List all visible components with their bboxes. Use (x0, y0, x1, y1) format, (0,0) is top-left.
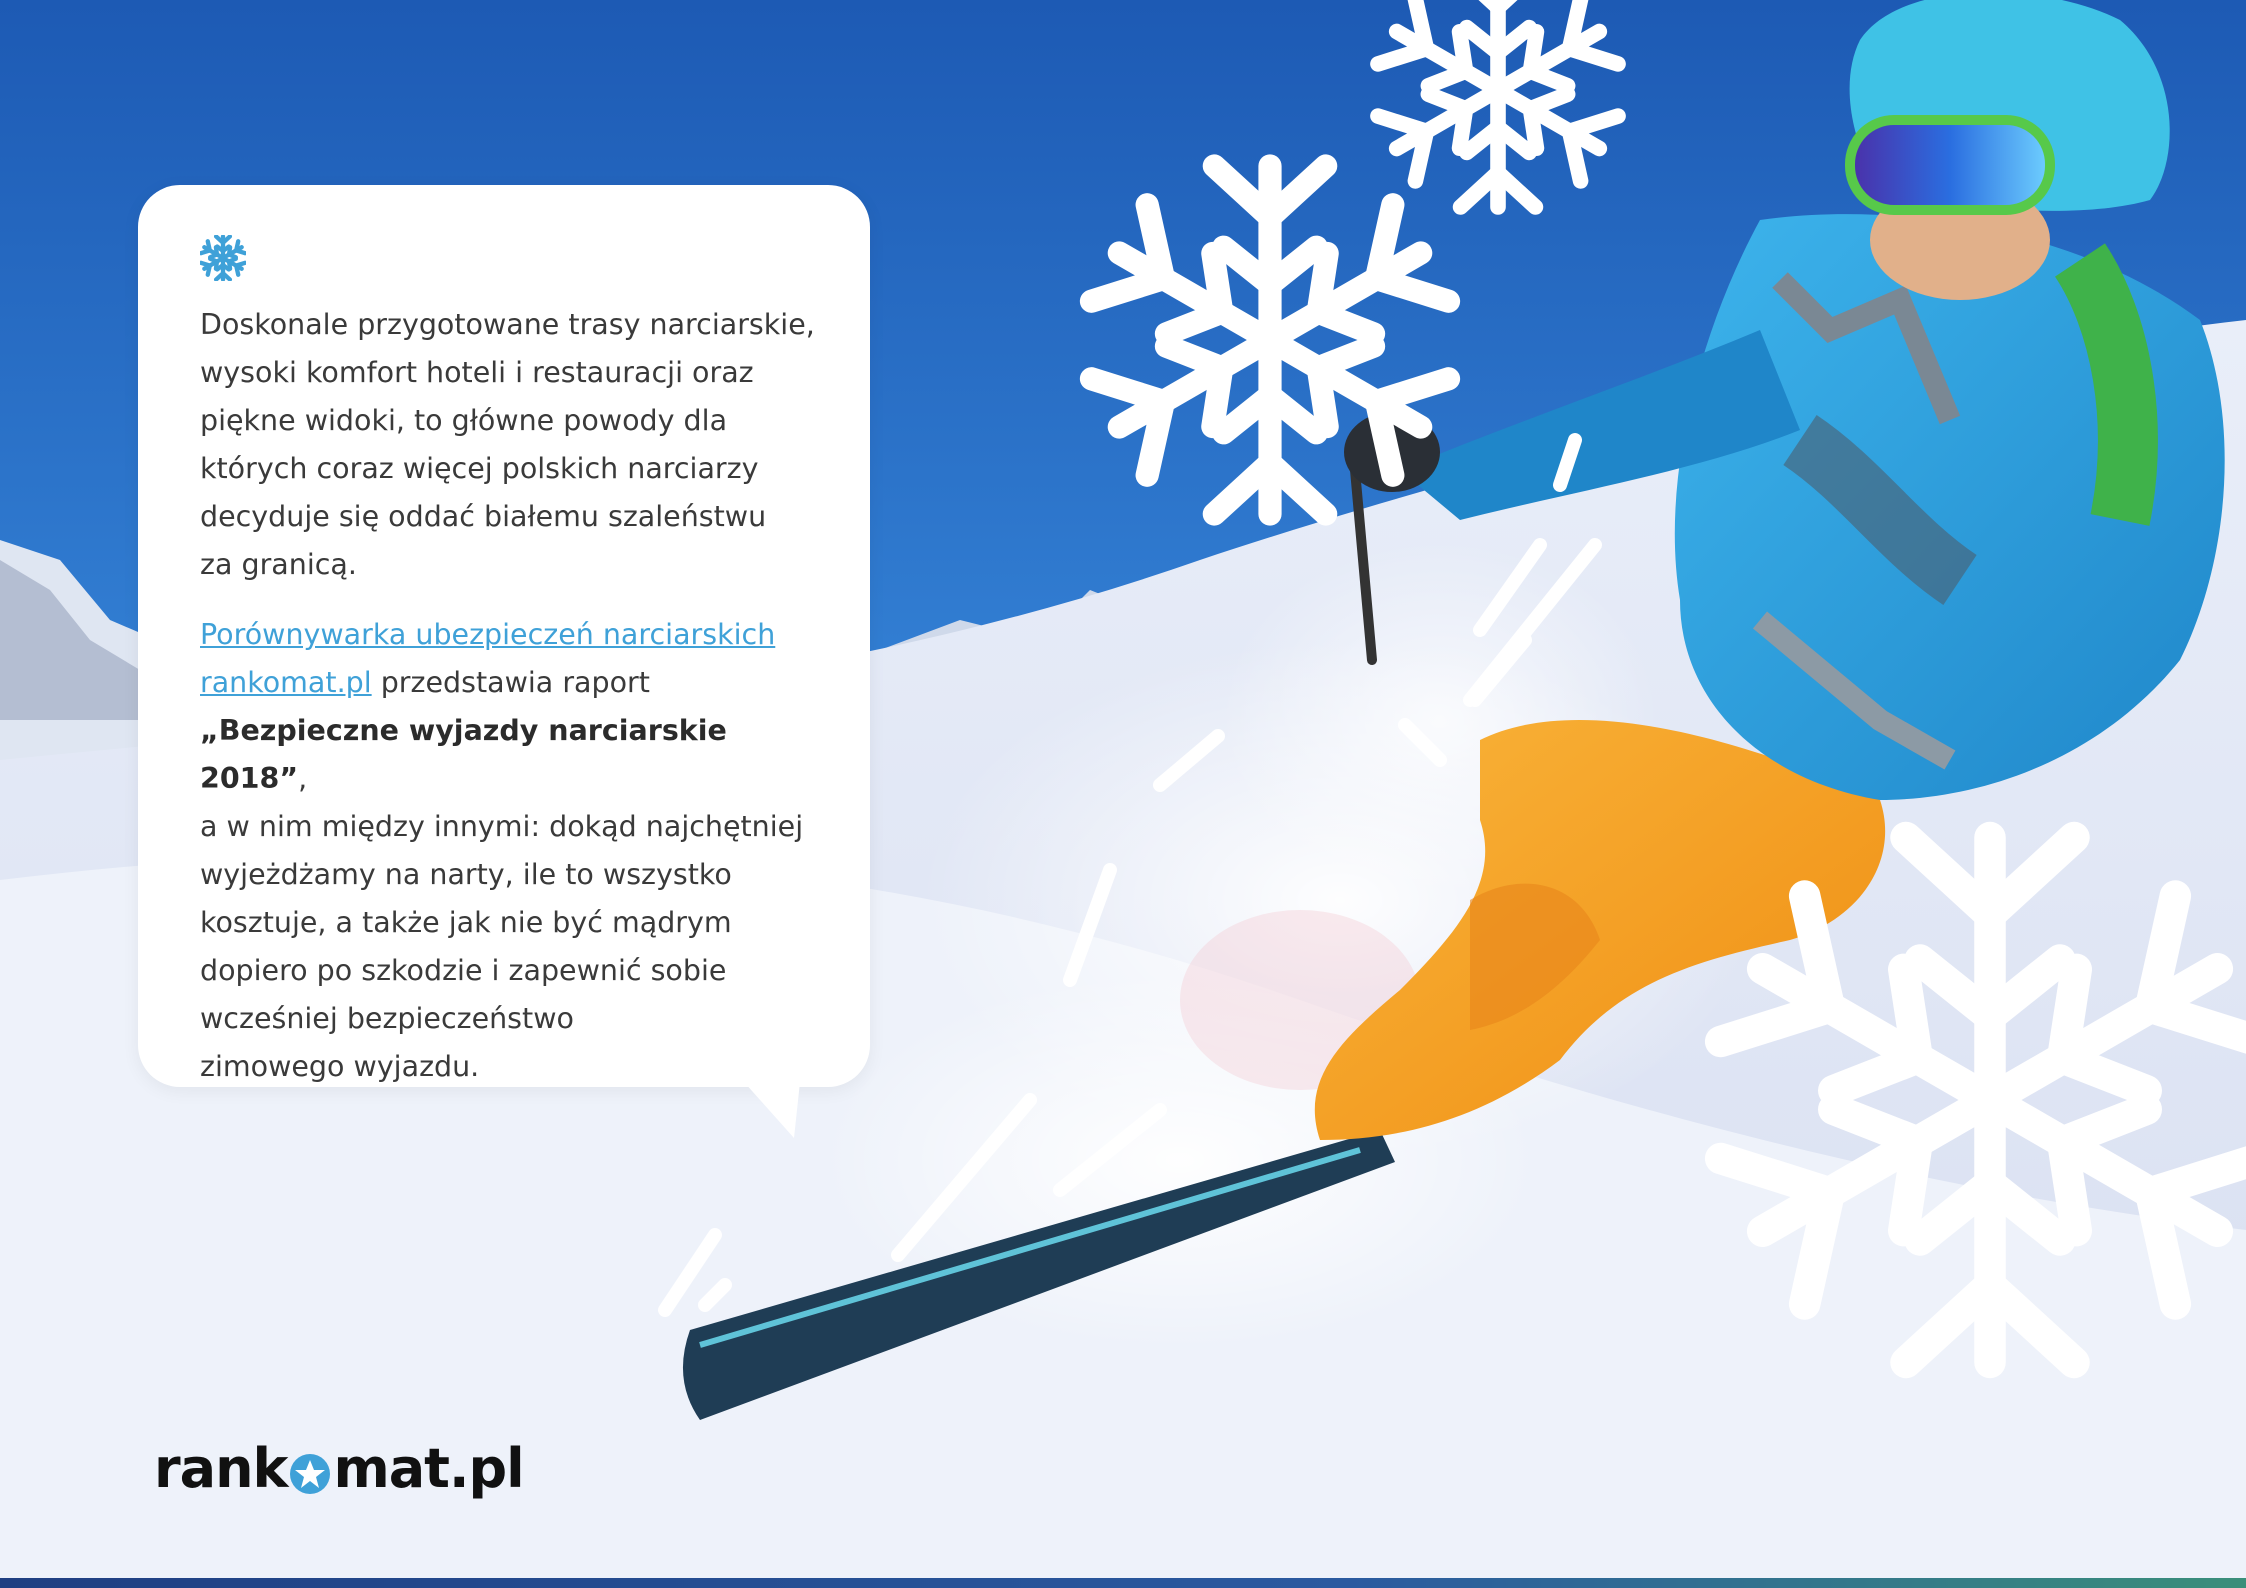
logo-text: mat.pl (333, 1436, 524, 1500)
text-line: piękne widoki, to główne powody dla (200, 404, 728, 437)
text-line: Doskonale przygotowane trasy narciarskie… (200, 308, 815, 341)
text-line: decyduje się oddać białemu szaleństwu (200, 500, 767, 533)
rankomat-logo: rank mat.pl (154, 1436, 525, 1500)
text-line: zimowego wyjazdu. (200, 1050, 480, 1083)
text-line: a w nim między innymi: dokąd najchętniej (200, 810, 804, 843)
text-fragment: , (298, 762, 308, 795)
text-fragment: przedstawia raport (371, 666, 650, 699)
text-line: kosztuje, a także jak nie być mądrym (200, 906, 732, 939)
report-paragraph: Porównywarka ubezpieczeń narciarskich ra… (200, 611, 830, 1091)
bottom-bar (0, 1578, 2246, 1588)
bubble-tail (744, 1082, 800, 1138)
info-bubble: Doskonale przygotowane trasy narciarskie… (138, 185, 870, 1087)
text-line: których coraz więcej polskich narciarzy (200, 452, 759, 485)
text-line: za granicą. (200, 548, 357, 581)
intro-paragraph: Doskonale przygotowane trasy narciarskie… (200, 301, 830, 589)
text-line: wysoki komfort hoteli i restauracji oraz (200, 356, 754, 389)
logo-text: rank (154, 1436, 288, 1500)
link-text[interactable]: rankomat.pl (200, 666, 372, 699)
text-line: wcześniej bezpieczeństwo (200, 1002, 574, 1035)
star-icon (290, 1454, 331, 1494)
snowflake-icon (200, 235, 246, 281)
report-title: „Bezpieczne wyjazdy narciarskie 2018” (200, 714, 727, 795)
text-line: dopiero po szkodzie i zapewnić sobie (200, 954, 727, 987)
link-text[interactable]: Porównywarka ubezpieczeń narciarskich (200, 618, 775, 651)
text-line: wyjeżdżamy na narty, ile to wszystko (200, 858, 732, 891)
